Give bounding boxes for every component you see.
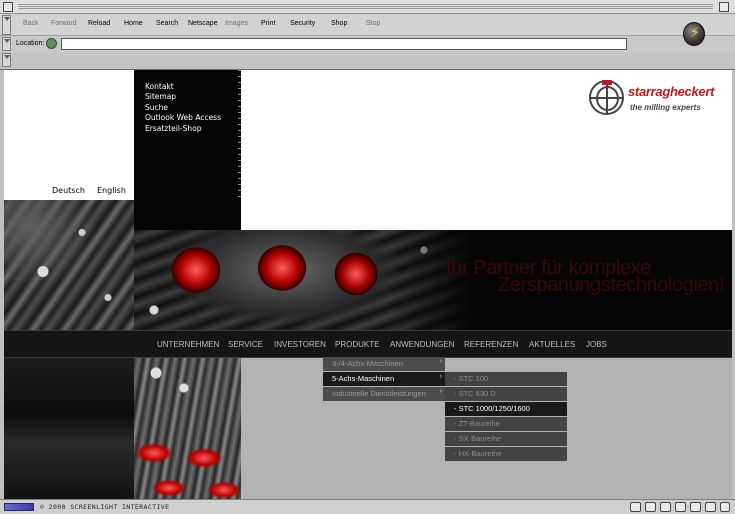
shop-button[interactable]: Shop <box>331 20 347 27</box>
submenu-item-5-achs[interactable]: 5-Achs-Maschinen › <box>323 372 445 386</box>
produkte-submenu: 3-/4-Achs-Maschinen › 5-Achs-Maschinen ›… <box>323 357 445 402</box>
nav-referenzen[interactable]: REFERENZEN <box>464 340 518 349</box>
main-navigation: UNTERNEHMEN SERVICE INVESTOREN PRODUKTE … <box>4 330 732 358</box>
security-button[interactable]: Security <box>290 20 315 27</box>
navigation-toolbar: Back Forward Reload Home Search Netscape… <box>0 0 735 36</box>
images-button[interactable]: Images <box>225 20 248 27</box>
submenu-item-zt-baureihe[interactable]: - ZT-Baureihe <box>445 417 567 431</box>
browser-chrome: Back Forward Reload Home Search Netscape… <box>0 0 735 70</box>
engine-image-bottom-middle <box>134 358 241 499</box>
security-lock-icon[interactable] <box>705 502 716 512</box>
hero-slogan-line2: Zerspanungstechnologien! <box>498 274 725 296</box>
location-bar-collapse-grip[interactable] <box>2 37 11 51</box>
toolbar-collapse-grip[interactable] <box>2 15 11 35</box>
language-deutsch-link[interactable]: Deutsch <box>52 186 85 195</box>
status-text: © 2000 SCREENLIGHT INTERACTIVE <box>40 503 170 511</box>
nav-service[interactable]: SERVICE <box>228 340 263 349</box>
5-achs-submenu: - STC 100 - STC 630 D - STC 1000/1250/16… <box>445 372 567 462</box>
submenu-item-stc-1000[interactable]: - STC 1000/1250/1600 <box>445 402 567 416</box>
zoom-box-icon[interactable] <box>719 2 729 12</box>
netscape-button[interactable]: Netscape <box>188 20 218 27</box>
submenu-item-hx-baureihe[interactable]: - HX-Baureihe <box>445 447 567 461</box>
home-button[interactable]: Home <box>124 20 143 27</box>
chevron-right-icon: › <box>439 388 442 395</box>
search-button[interactable]: Search <box>156 20 178 27</box>
window-titlebar <box>0 0 735 14</box>
mail-component-icon[interactable] <box>645 502 656 512</box>
print-button[interactable]: Print <box>261 20 275 27</box>
location-label: Location: <box>16 40 45 47</box>
nav-anwendungen[interactable]: ANWENDUNGEN <box>390 340 454 349</box>
link-sitemap[interactable]: Sitemap <box>145 92 176 101</box>
collapse-triangle-icon <box>3 17 10 21</box>
link-suche[interactable]: Suche <box>145 103 168 112</box>
nav-unternehmen[interactable]: UNTERNEHMEN <box>157 340 219 349</box>
nav-aktuelles[interactable]: AKTUELLES <box>529 340 575 349</box>
resize-grip-icon[interactable] <box>720 502 730 512</box>
submenu-item-label: 3-/4-Achs-Maschinen <box>332 359 403 368</box>
nav-produkte[interactable]: PRODUKTE <box>335 340 379 349</box>
language-english-link[interactable]: English <box>97 186 126 195</box>
collapse-triangle-icon <box>3 55 10 59</box>
chevron-right-icon: › <box>439 373 442 380</box>
submenu-item-dienstleistungen[interactable]: Industrielle Dienstleistungen › <box>323 387 445 401</box>
location-input[interactable] <box>61 38 627 50</box>
stop-button[interactable]: Stop <box>366 20 380 27</box>
logo-tagline: the milling experts <box>630 103 701 112</box>
reload-button[interactable]: Reload <box>88 20 110 27</box>
status-bar: © 2000 SCREENLIGHT INTERACTIVE <box>0 499 735 514</box>
nav-jobs[interactable]: JOBS <box>586 340 607 349</box>
link-outlook-web-access[interactable]: Outlook Web Access <box>145 113 221 122</box>
navigator-component-icon[interactable] <box>630 502 641 512</box>
link-kontakt[interactable]: Kontakt <box>145 82 174 91</box>
link-ersatzteil-shop[interactable]: Ersatzteil-Shop <box>145 124 202 133</box>
collapse-triangle-icon <box>3 39 10 43</box>
nav-investoren[interactable]: INVESTOREN <box>274 340 326 349</box>
page-proxy-icon[interactable] <box>46 38 57 49</box>
composer-component-icon[interactable] <box>660 502 671 512</box>
personal-bar-collapse-grip[interactable] <box>2 53 11 67</box>
engine-image-top-left <box>4 200 134 330</box>
submenu-item-label: 5-Achs-Maschinen <box>332 374 395 383</box>
back-button[interactable]: Back <box>23 20 39 27</box>
chevron-right-icon: › <box>439 358 442 365</box>
submenu-item-3-4-achs[interactable]: 3-/4-Achs-Maschinen › <box>323 357 445 371</box>
submenu-item-sx-baureihe[interactable]: - SX-Baureihe <box>445 432 567 446</box>
submenu-item-label: Industrielle Dienstleistungen <box>332 389 426 398</box>
online-status-icon[interactable] <box>690 502 701 512</box>
personal-toolbar <box>0 52 735 69</box>
submenu-item-stc-100[interactable]: - STC 100 <box>445 372 567 386</box>
engine-block-image <box>134 230 474 330</box>
engine-image-bottom-left <box>4 358 134 499</box>
progress-arrows-icon <box>4 503 34 511</box>
forward-button[interactable]: Forward <box>51 20 77 27</box>
logo-wordmark[interactable]: starragheckert <box>628 84 714 99</box>
address-book-icon[interactable] <box>675 502 686 512</box>
close-box-icon[interactable] <box>3 2 13 12</box>
web-page-viewport: Kontakt Sitemap Suche Outlook Web Access… <box>4 70 732 499</box>
titlebar-stripes[interactable] <box>18 4 713 10</box>
language-panel <box>4 70 134 200</box>
starragheckert-globe-logo-icon[interactable] <box>589 80 624 115</box>
submenu-item-stc-630-d[interactable]: - STC 630 D <box>445 387 567 401</box>
netscape-lightning-icon[interactable]: ⚡ <box>683 22 705 46</box>
